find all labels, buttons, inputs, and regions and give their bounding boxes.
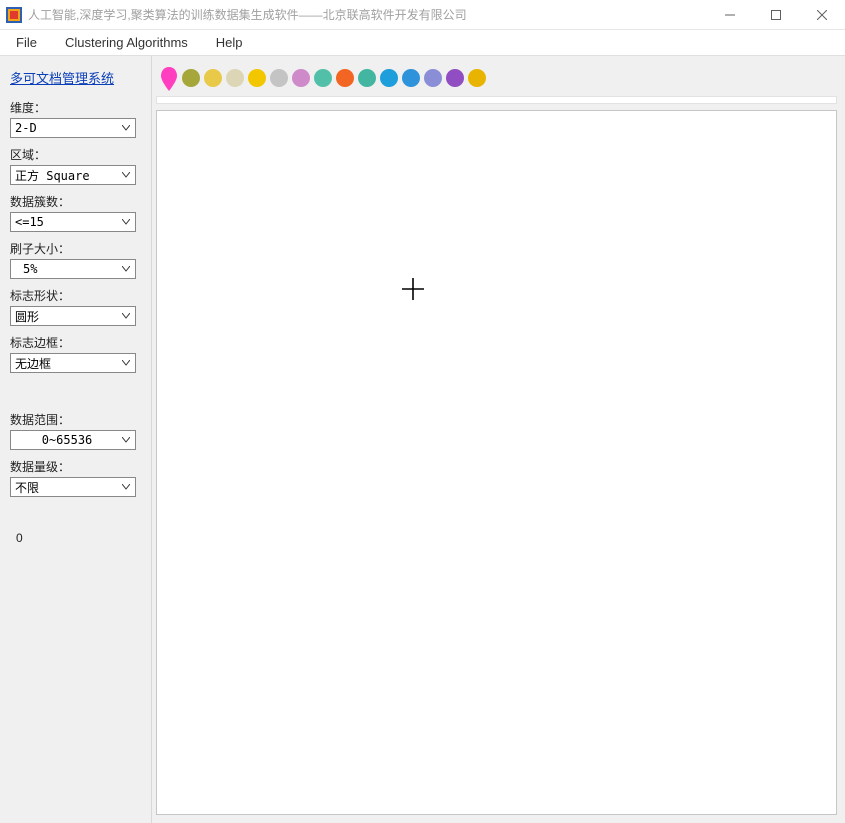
- window-title: 人工智能,深度学习,聚类算法的训练数据集生成软件——北京联高软件开发有限公司: [28, 6, 707, 23]
- maximize-button[interactable]: [753, 0, 799, 29]
- select-dimension-value: 2-D: [15, 121, 37, 135]
- label-brush: 刷子大小：: [10, 240, 141, 257]
- field-magnitude: 数据量级： 不限: [10, 458, 141, 503]
- label-shape: 标志形状：: [10, 287, 141, 304]
- data-counter: 0: [10, 531, 141, 545]
- menubar: File Clustering Algorithms Help: [0, 30, 845, 56]
- color-swatch-0[interactable]: [182, 69, 200, 87]
- select-brush-value: 5%: [15, 262, 37, 276]
- menu-file[interactable]: File: [12, 33, 41, 52]
- minimize-button[interactable]: [707, 0, 753, 29]
- select-dimension[interactable]: 2-D: [10, 118, 136, 138]
- marker-icon[interactable]: [160, 66, 178, 90]
- select-shape[interactable]: 圆形: [10, 306, 136, 326]
- select-range-value: 0~65536: [15, 433, 119, 447]
- color-palette: [156, 64, 837, 92]
- crosshair-icon: [399, 275, 427, 303]
- chevron-down-icon: [119, 215, 133, 229]
- chevron-down-icon: [119, 262, 133, 276]
- content-area: [152, 56, 845, 823]
- doc-system-link[interactable]: 多可文档管理系统: [10, 68, 141, 87]
- select-border[interactable]: 无边框: [10, 353, 136, 373]
- label-region: 区域：: [10, 146, 141, 163]
- label-range: 数据范围：: [10, 411, 141, 428]
- window-controls: [707, 0, 845, 29]
- select-border-value: 无边框: [15, 355, 51, 372]
- select-region[interactable]: 正方 Square: [10, 165, 136, 185]
- select-shape-value: 圆形: [15, 308, 39, 325]
- field-shape: 标志形状： 圆形: [10, 287, 141, 332]
- label-magnitude: 数据量级：: [10, 458, 141, 475]
- label-dimension: 维度：: [10, 99, 141, 116]
- color-swatch-6[interactable]: [314, 69, 332, 87]
- chevron-down-icon: [119, 433, 133, 447]
- color-swatch-13[interactable]: [468, 69, 486, 87]
- field-border: 标志边框： 无边框: [10, 334, 141, 379]
- select-region-value: 正方 Square: [15, 167, 90, 184]
- palette-divider: [156, 96, 837, 104]
- color-swatch-11[interactable]: [424, 69, 442, 87]
- chevron-down-icon: [119, 168, 133, 182]
- main: 多可文档管理系统 维度： 2-D 区域： 正方 Square 数据簇数：: [0, 56, 845, 823]
- menu-help[interactable]: Help: [212, 33, 247, 52]
- titlebar: 人工智能,深度学习,聚类算法的训练数据集生成软件——北京联高软件开发有限公司: [0, 0, 845, 30]
- color-swatch-2[interactable]: [226, 69, 244, 87]
- chevron-down-icon: [119, 309, 133, 323]
- color-swatch-4[interactable]: [270, 69, 288, 87]
- color-swatch-9[interactable]: [380, 69, 398, 87]
- color-swatch-12[interactable]: [446, 69, 464, 87]
- spacer: [10, 381, 141, 411]
- sidebar: 多可文档管理系统 维度： 2-D 区域： 正方 Square 数据簇数：: [0, 56, 152, 823]
- select-clusters-value: <=15: [15, 215, 44, 229]
- label-clusters: 数据簇数：: [10, 193, 141, 210]
- select-magnitude-value: 不限: [15, 479, 39, 496]
- color-swatch-5[interactable]: [292, 69, 310, 87]
- color-swatch-8[interactable]: [358, 69, 376, 87]
- field-brush: 刷子大小： 5%: [10, 240, 141, 285]
- select-magnitude[interactable]: 不限: [10, 477, 136, 497]
- field-range: 数据范围： 0~65536: [10, 411, 141, 456]
- app-icon: [6, 7, 22, 23]
- field-region: 区域： 正方 Square: [10, 146, 141, 191]
- select-brush[interactable]: 5%: [10, 259, 136, 279]
- field-dimension: 维度： 2-D: [10, 99, 141, 144]
- chevron-down-icon: [119, 121, 133, 135]
- color-swatch-10[interactable]: [402, 69, 420, 87]
- select-range[interactable]: 0~65536: [10, 430, 136, 450]
- chevron-down-icon: [119, 480, 133, 494]
- color-swatch-7[interactable]: [336, 69, 354, 87]
- label-border: 标志边框：: [10, 334, 141, 351]
- field-clusters: 数据簇数： <=15: [10, 193, 141, 238]
- menu-clustering-algorithms[interactable]: Clustering Algorithms: [61, 33, 192, 52]
- color-swatch-1[interactable]: [204, 69, 222, 87]
- color-swatch-3[interactable]: [248, 69, 266, 87]
- select-clusters[interactable]: <=15: [10, 212, 136, 232]
- close-button[interactable]: [799, 0, 845, 29]
- chevron-down-icon: [119, 356, 133, 370]
- drawing-canvas[interactable]: [156, 110, 837, 815]
